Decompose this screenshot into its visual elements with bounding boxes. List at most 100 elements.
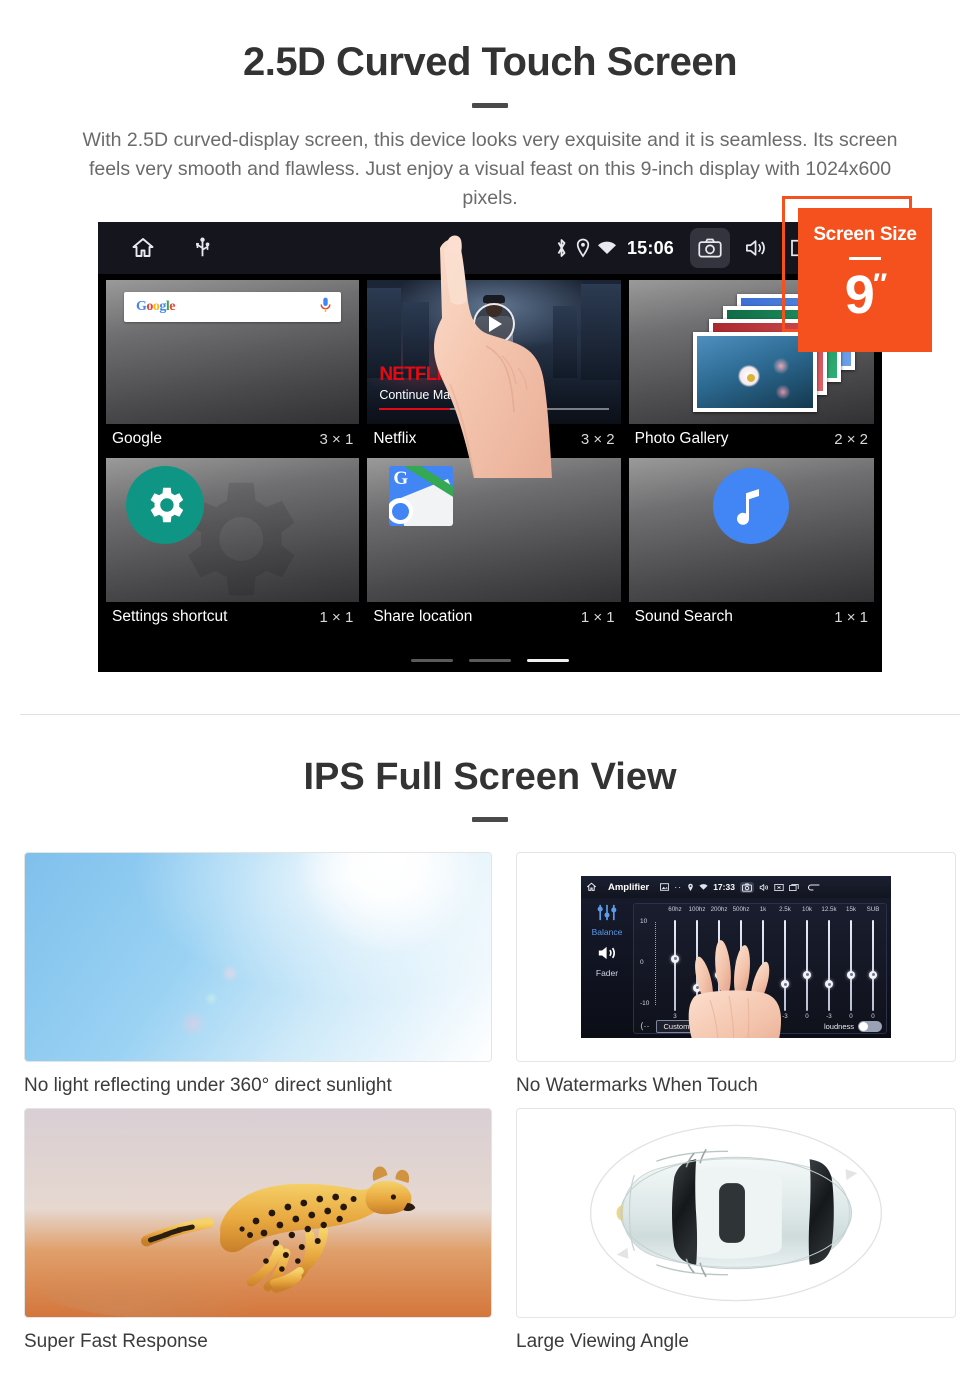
section2-title: IPS Full Screen View bbox=[303, 756, 677, 798]
card-caption: Large Viewing Angle bbox=[516, 1331, 689, 1352]
amplifier-status-bar: Amplifier ·· 17:33 bbox=[581, 876, 891, 898]
widget-google[interactable]: Google Google 3 × 1 bbox=[106, 280, 360, 458]
netflix-subtitle: Continue Marvel's Daredevil bbox=[379, 388, 536, 402]
recent-apps-icon[interactable] bbox=[789, 883, 799, 892]
eq-slider[interactable] bbox=[796, 920, 818, 1011]
widget-label: Google 3 × 1 bbox=[106, 424, 359, 458]
feature-card-fast-response: Super Fast Response bbox=[24, 1108, 492, 1353]
preset-button[interactable]: Custom bbox=[655, 1019, 698, 1033]
widget-label: Netflix 3 × 2 bbox=[367, 424, 620, 458]
settings-gear-icon[interactable] bbox=[126, 466, 204, 544]
status-bar-clock: 15:06 bbox=[626, 237, 674, 258]
balance-icon[interactable] bbox=[595, 904, 619, 925]
previous-preset-icon[interactable]: ⟨·· bbox=[640, 1021, 650, 1032]
eq-freq-label: 100hz bbox=[688, 906, 706, 913]
widget-size: 3 × 1 bbox=[319, 430, 354, 448]
camera-icon[interactable] bbox=[690, 228, 730, 268]
volume-icon[interactable] bbox=[759, 883, 769, 892]
google-search-widget[interactable]: Google bbox=[106, 280, 360, 424]
curved-touch-screen-section: 2.5D Curved Touch Screen With 2.5D curve… bbox=[0, 0, 980, 716]
card-caption: No light reflecting under 360° direct su… bbox=[24, 1075, 392, 1096]
home-icon[interactable] bbox=[586, 882, 597, 892]
running-cheetah-image bbox=[25, 1109, 491, 1317]
bluetooth-icon[interactable] bbox=[554, 237, 569, 259]
page-indicator[interactable] bbox=[98, 659, 882, 662]
android-device-screen: 15:06 Google Google 3 × 1 NETFLIX Contin… bbox=[98, 222, 882, 672]
google-maps-icon[interactable]: G bbox=[389, 466, 454, 526]
card-caption: No Watermarks When Touch bbox=[516, 1075, 758, 1096]
widget-name: Netflix bbox=[373, 430, 417, 447]
badge-title: Screen Size bbox=[813, 224, 917, 245]
more-icon[interactable]: ·· bbox=[674, 882, 682, 892]
location-icon[interactable] bbox=[687, 883, 694, 892]
title-underline bbox=[472, 103, 508, 108]
eq-slider[interactable] bbox=[730, 920, 752, 1011]
widget-label: Sound Search 1 × 1 bbox=[629, 602, 874, 636]
badge-body: Screen Size 9″ bbox=[798, 208, 932, 352]
feature-card-viewing-angle: Large Viewing Angle bbox=[516, 1108, 956, 1353]
microphone-icon[interactable] bbox=[320, 297, 331, 318]
amplifier-body: Balance Fader 60hz 100hz 200hz 500hz 1k … bbox=[581, 898, 891, 1038]
eq-slider[interactable] bbox=[664, 920, 686, 1011]
balance-label[interactable]: Balance bbox=[581, 927, 633, 937]
widget-row: Settings shortcut 1 × 1 G Share location… bbox=[106, 458, 875, 636]
widget-size: 2 × 2 bbox=[834, 430, 869, 448]
widget-share-location[interactable]: G Share location 1 × 1 bbox=[367, 458, 621, 636]
loudness-toggle[interactable] bbox=[858, 1020, 882, 1032]
home-icon[interactable] bbox=[130, 236, 156, 260]
music-note-icon[interactable] bbox=[713, 468, 790, 544]
wifi-icon[interactable] bbox=[597, 240, 617, 256]
eq-axis: 10 0 -10 bbox=[640, 918, 662, 1007]
play-icon[interactable] bbox=[472, 303, 515, 345]
eq-slider[interactable] bbox=[774, 920, 796, 1011]
eq-slider[interactable] bbox=[840, 920, 862, 1011]
amplifier-equalizer-screen: Amplifier ·· 17:33 Balance Fader 60hz 10… bbox=[581, 876, 891, 1038]
eq-freq-label: SUB bbox=[866, 906, 880, 913]
widget-netflix[interactable]: NETFLIX Continue Marvel's Daredevil Netf… bbox=[367, 280, 621, 458]
widget-label: Photo Gallery 2 × 2 bbox=[629, 424, 874, 458]
ips-full-screen-view-section: IPS Full Screen View No light reflecting… bbox=[0, 716, 980, 1382]
equalizer-panel: 60hz 100hz 200hz 500hz 1k 2.5k 10k 12.5k… bbox=[633, 903, 887, 1034]
eq-freq-label: 500hz bbox=[732, 906, 750, 913]
page-dot-active[interactable] bbox=[527, 659, 569, 662]
eq-slider[interactable] bbox=[818, 920, 840, 1011]
sunlight-image-panel bbox=[24, 852, 492, 1062]
car-illustration bbox=[590, 1124, 882, 1302]
location-icon[interactable] bbox=[575, 238, 591, 258]
page-dot[interactable] bbox=[469, 659, 511, 662]
camera-icon[interactable] bbox=[739, 881, 754, 893]
widget-name: Photo Gallery bbox=[634, 430, 729, 447]
netflix-widget[interactable]: NETFLIX Continue Marvel's Daredevil bbox=[367, 280, 621, 424]
widget-sound-search[interactable]: Sound Search 1 × 1 bbox=[628, 458, 875, 636]
back-icon[interactable] bbox=[807, 883, 820, 892]
feature-card-sunlight: No light reflecting under 360° direct su… bbox=[24, 852, 492, 1097]
eq-slider[interactable] bbox=[686, 920, 708, 1011]
eq-slider[interactable] bbox=[862, 920, 884, 1011]
gallery-icon[interactable] bbox=[660, 883, 670, 891]
share-location-widget[interactable]: G bbox=[367, 458, 621, 602]
eq-slider[interactable] bbox=[752, 920, 774, 1011]
loudness-label: loudness bbox=[823, 1021, 854, 1031]
eq-freq-label: 15k bbox=[846, 906, 856, 913]
usb-icon[interactable] bbox=[194, 237, 211, 259]
fader-label[interactable]: Fader bbox=[581, 968, 633, 978]
eq-slider[interactable] bbox=[708, 920, 730, 1011]
google-logo: Google bbox=[136, 299, 175, 314]
eq-sliders[interactable] bbox=[664, 920, 884, 1011]
settings-shortcut-widget[interactable] bbox=[106, 458, 360, 602]
wifi-icon[interactable] bbox=[699, 883, 708, 891]
badge-value: 9″ bbox=[798, 268, 932, 322]
eq-freq-label: 1k bbox=[759, 906, 767, 913]
volume-icon[interactable] bbox=[736, 228, 776, 268]
loudness-control[interactable]: loudness bbox=[823, 1020, 882, 1032]
netflix-artwork: NETFLIX Continue Marvel's Daredevil bbox=[367, 280, 621, 424]
eq-axis-max: 10 bbox=[640, 918, 648, 925]
fader-icon[interactable] bbox=[596, 944, 618, 967]
google-search-bar[interactable]: Google bbox=[124, 292, 342, 322]
widget-settings-shortcut[interactable]: Settings shortcut 1 × 1 bbox=[106, 458, 360, 636]
close-icon[interactable] bbox=[774, 883, 784, 892]
widget-name: Share location bbox=[373, 608, 473, 625]
page-dot[interactable] bbox=[411, 659, 453, 662]
sound-search-widget[interactable] bbox=[628, 458, 875, 602]
widget-size: 1 × 1 bbox=[580, 608, 615, 626]
